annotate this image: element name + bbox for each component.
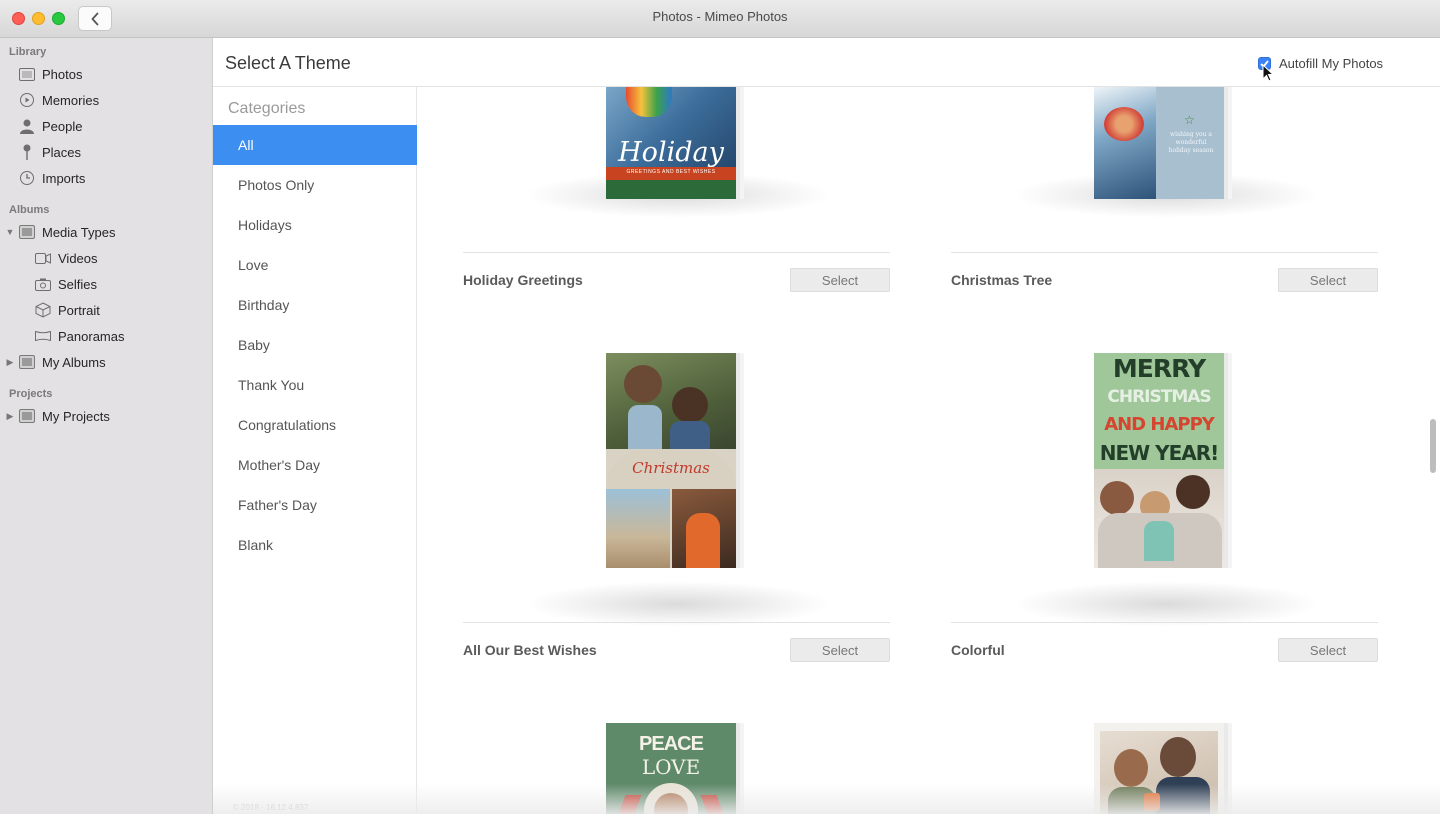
panorama-icon bbox=[34, 328, 52, 344]
sidebar-item-label: Memories bbox=[42, 92, 100, 108]
category-blank[interactable]: Blank bbox=[213, 525, 417, 565]
sidebar-item-my-projects[interactable]: ▶ My Projects bbox=[0, 404, 212, 428]
theme-name: Holiday Greetings bbox=[463, 272, 583, 288]
sidebar-section-albums: Albums bbox=[9, 204, 50, 216]
category-fathers-day[interactable]: Father's Day bbox=[213, 485, 417, 525]
theme-card-holiday-greetings[interactable]: Holiday GREETINGS AND BEST WISHES Holida… bbox=[463, 87, 890, 307]
mouse-cursor-icon bbox=[1262, 64, 1274, 82]
theme-name: Colorful bbox=[951, 642, 1005, 658]
autofill-label: Autofill My Photos bbox=[1279, 56, 1384, 71]
sidebar-item-label: Portrait bbox=[58, 302, 100, 318]
theme-card-all-our-best-wishes[interactable]: Christmas All Our Best Wishes Select bbox=[463, 353, 890, 683]
theme-name: All Our Best Wishes bbox=[463, 642, 597, 658]
category-congratulations[interactable]: Congratulations bbox=[213, 405, 417, 445]
sidebar-item-selfies[interactable]: Selfies bbox=[0, 272, 212, 296]
sidebar-item-panoramas[interactable]: Panoramas bbox=[0, 324, 212, 348]
version-label: © 2018 - 16.12.4.837 bbox=[233, 803, 309, 812]
card-title-text: Holiday bbox=[618, 137, 724, 168]
person-icon bbox=[18, 118, 36, 134]
sidebar-item-label: Photos bbox=[42, 66, 83, 82]
sidebar-item-label: Media Types bbox=[42, 224, 116, 240]
sidebar-item-label: Videos bbox=[58, 250, 98, 266]
card-line-peace: PEACE bbox=[639, 733, 704, 755]
memories-icon bbox=[18, 92, 36, 108]
sidebar-item-label: Imports bbox=[42, 170, 86, 186]
card-message-text: wishing you a wonderful holiday season bbox=[1168, 131, 1214, 154]
sidebar-item-label: People bbox=[42, 118, 83, 134]
camera-icon bbox=[34, 276, 52, 292]
sidebar-section-library: Library bbox=[9, 46, 47, 58]
select-theme-button[interactable]: Select bbox=[790, 638, 890, 662]
card-subtitle-text: GREETINGS AND BEST WISHES bbox=[626, 169, 716, 175]
card-line-and-happy: AND HAPPY bbox=[1104, 414, 1215, 435]
categories-heading: Categories bbox=[228, 100, 306, 117]
card-preview[interactable]: Christmas bbox=[606, 353, 736, 568]
sidebar-item-photos[interactable]: Photos bbox=[0, 62, 212, 86]
sidebar-item-memories[interactable]: Memories bbox=[0, 88, 212, 112]
page-title: Select A Theme bbox=[225, 53, 351, 73]
sidebar: Library Photos Memories People Places Im… bbox=[0, 38, 213, 814]
category-holidays[interactable]: Holidays bbox=[213, 205, 417, 245]
theme-name: Christmas Tree bbox=[951, 272, 1053, 288]
disclosure-closed-icon[interactable]: ▶ bbox=[4, 357, 16, 368]
sidebar-item-my-albums[interactable]: ▶ My Albums bbox=[0, 350, 212, 374]
window-title: Photos - Mimeo Photos bbox=[652, 9, 788, 24]
card-preview[interactable]: MERRY CHRISTMAS AND HAPPY NEW YEAR! bbox=[1094, 353, 1224, 568]
category-birthday[interactable]: Birthday bbox=[213, 285, 417, 325]
card-preview[interactable]: Holiday GREETINGS AND BEST WISHES bbox=[606, 87, 736, 199]
pin-icon bbox=[18, 144, 36, 160]
sidebar-item-label: Places bbox=[42, 144, 82, 160]
autofill-toggle[interactable]: Autofill My Photos bbox=[1258, 56, 1383, 71]
category-all[interactable]: All bbox=[213, 125, 417, 165]
disclosure-open-icon[interactable]: ▼ bbox=[4, 227, 16, 237]
card-preview[interactable]: PEACE LOVE bbox=[606, 723, 736, 814]
theme-card-colorful[interactable]: MERRY CHRISTMAS AND HAPPY NEW YEAR! Colo… bbox=[951, 353, 1378, 683]
folder-icon bbox=[18, 354, 36, 370]
card-line-merry: MERRY bbox=[1112, 354, 1206, 383]
category-mothers-day[interactable]: Mother's Day bbox=[213, 445, 417, 485]
category-photos-only[interactable]: Photos Only bbox=[213, 165, 417, 205]
sidebar-item-label: My Albums bbox=[42, 354, 106, 370]
sidebar-item-imports[interactable]: Imports bbox=[0, 166, 212, 190]
theme-card-photo[interactable] bbox=[951, 723, 1378, 814]
card-line-christmas: CHRISTMAS bbox=[1107, 387, 1211, 407]
sidebar-item-label: My Projects bbox=[42, 408, 110, 424]
cube-icon bbox=[34, 302, 52, 318]
sidebar-item-places[interactable]: Places bbox=[0, 140, 212, 164]
folder-icon bbox=[18, 224, 36, 240]
sidebar-section-projects: Projects bbox=[9, 388, 53, 400]
theme-grid: Holiday GREETINGS AND BEST WISHES Holida… bbox=[418, 87, 1440, 814]
video-icon bbox=[34, 250, 52, 266]
disclosure-closed-icon[interactable]: ▶ bbox=[4, 411, 16, 422]
card-title-text: Christmas bbox=[632, 459, 710, 477]
categories-panel: Categories All Photos Only Holidays Love… bbox=[213, 87, 417, 814]
card-preview[interactable] bbox=[1094, 723, 1224, 814]
clock-icon bbox=[18, 170, 36, 186]
sidebar-item-portrait[interactable]: Portrait bbox=[0, 298, 212, 322]
sidebar-item-people[interactable]: People bbox=[0, 114, 212, 138]
category-thank-you[interactable]: Thank You bbox=[213, 365, 417, 405]
vertical-scrollbar[interactable] bbox=[1430, 419, 1436, 473]
theme-header: Select A Theme Autofill My Photos bbox=[213, 38, 1440, 87]
select-theme-button[interactable]: Select bbox=[1278, 638, 1378, 662]
card-line-love: LOVE bbox=[641, 755, 701, 779]
category-love[interactable]: Love bbox=[213, 245, 417, 285]
sidebar-item-label: Selfies bbox=[58, 276, 98, 292]
star-icon: ☆ bbox=[1184, 113, 1195, 127]
photos-icon bbox=[18, 66, 36, 82]
category-baby[interactable]: Baby bbox=[213, 325, 417, 365]
folder-icon bbox=[18, 408, 36, 424]
title-bar: Photos - Mimeo Photos bbox=[0, 0, 1440, 38]
select-theme-button[interactable]: Select bbox=[790, 268, 890, 292]
sidebar-item-label: Panoramas bbox=[58, 328, 125, 344]
card-line-new-year: NEW YEAR! bbox=[1099, 441, 1220, 465]
sidebar-item-videos[interactable]: Videos bbox=[0, 246, 212, 270]
theme-card-peace-love[interactable]: PEACE LOVE bbox=[463, 723, 890, 814]
select-theme-button[interactable]: Select bbox=[1278, 268, 1378, 292]
card-preview[interactable]: ☆ wishing you a wonderful holiday season bbox=[1094, 87, 1224, 199]
sidebar-item-media-types[interactable]: ▼ Media Types bbox=[0, 220, 212, 244]
theme-card-christmas-tree[interactable]: ☆ wishing you a wonderful holiday season… bbox=[951, 87, 1378, 307]
main-panel: Select A Theme Autofill My Photos Catego… bbox=[213, 38, 1440, 814]
